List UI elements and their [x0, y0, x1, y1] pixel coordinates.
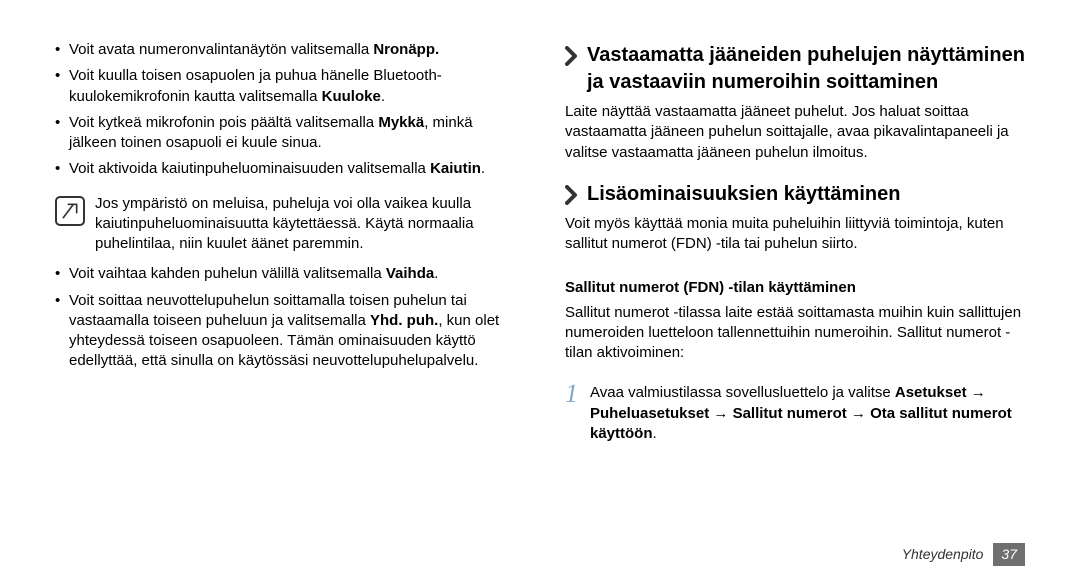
section-heading: Vastaamatta jääneiden puhelujen näyttämi… [565, 42, 1025, 96]
note-text: Jos ympäristö on meluisa, puheluja voi o… [95, 194, 515, 255]
section-title: Lisäominaisuuksien käyttäminen [587, 181, 900, 208]
bold: Vaihda [386, 265, 434, 282]
section-title: Vastaamatta jääneiden puhelujen näyttämi… [587, 42, 1025, 96]
bold: Asetukset [895, 384, 967, 401]
chevron-icon [565, 185, 579, 205]
step-body: Avaa valmiustilassa sovellusluettelo ja … [590, 383, 1025, 444]
subheading: Sallitut numerot (FDN) -tilan käyttämine… [565, 278, 1025, 298]
bullet-item: Voit vaihtaa kahden puhelun välillä vali… [55, 264, 515, 284]
bullet-list-top: Voit avata numeronvalintanäytön valitsem… [55, 40, 515, 186]
paragraph: Laite näyttää vastaamatta jääneet puhelu… [565, 102, 1025, 163]
text: Avaa valmiustilassa sovellusluettelo ja … [590, 384, 895, 401]
step-number: 1 [565, 381, 578, 407]
bullet-item: Voit kytkeä mikrofonin pois päältä valit… [55, 113, 515, 154]
bold: Yhd. puh. [370, 312, 438, 329]
left-column: Voit avata numeronvalintanäytön valitsem… [55, 40, 525, 556]
text: Voit vaihtaa kahden puhelun välillä vali… [69, 265, 386, 282]
chevron-icon [565, 46, 579, 66]
footer-section-label: Yhteydenpito [902, 545, 984, 564]
bullet-item: Voit avata numeronvalintanäytön valitsem… [55, 40, 515, 60]
bullet-item: Voit aktivoida kaiutinpuheluominaisuuden… [55, 159, 515, 179]
section-heading: Lisäominaisuuksien käyttäminen [565, 181, 1025, 208]
bold: Nronäpp. [373, 41, 439, 58]
bold: Puheluasetukset [590, 405, 709, 422]
arrow: → [847, 405, 870, 422]
note-icon [55, 196, 85, 226]
paragraph: Voit myös käyttää monia muita puheluihin… [565, 214, 1025, 255]
arrow: → [709, 405, 732, 422]
text: Voit kytkeä mikrofonin pois päältä valit… [69, 114, 378, 131]
arrow: → [967, 384, 986, 401]
footer-page-number: 37 [993, 543, 1025, 566]
bold: Sallitut numerot [733, 405, 847, 422]
text: Voit kuulla toisen osapuolen ja puhua hä… [69, 67, 442, 104]
bold: Kuuloke [322, 88, 381, 105]
paragraph: Sallitut numerot -tilassa laite estää so… [565, 303, 1025, 364]
bullet-list-bottom: Voit vaihtaa kahden puhelun välillä vali… [55, 264, 515, 377]
text: Voit avata numeronvalintanäytön valitsem… [69, 41, 373, 58]
page-footer: Yhteydenpito 37 [902, 543, 1025, 566]
bold: Kaiutin [430, 160, 481, 177]
text: Voit aktivoida kaiutinpuheluominaisuuden… [69, 160, 430, 177]
right-column: Vastaamatta jääneiden puhelujen näyttämi… [565, 40, 1025, 556]
bullet-item: Voit kuulla toisen osapuolen ja puhua hä… [55, 66, 515, 107]
note-block: Jos ympäristö on meluisa, puheluja voi o… [55, 194, 515, 255]
bullet-item: Voit soittaa neuvottelupuhelun soittamal… [55, 291, 515, 372]
step-item: 1 Avaa valmiustilassa sovellusluettelo j… [565, 383, 1025, 444]
bold: Mykkä [378, 114, 424, 131]
